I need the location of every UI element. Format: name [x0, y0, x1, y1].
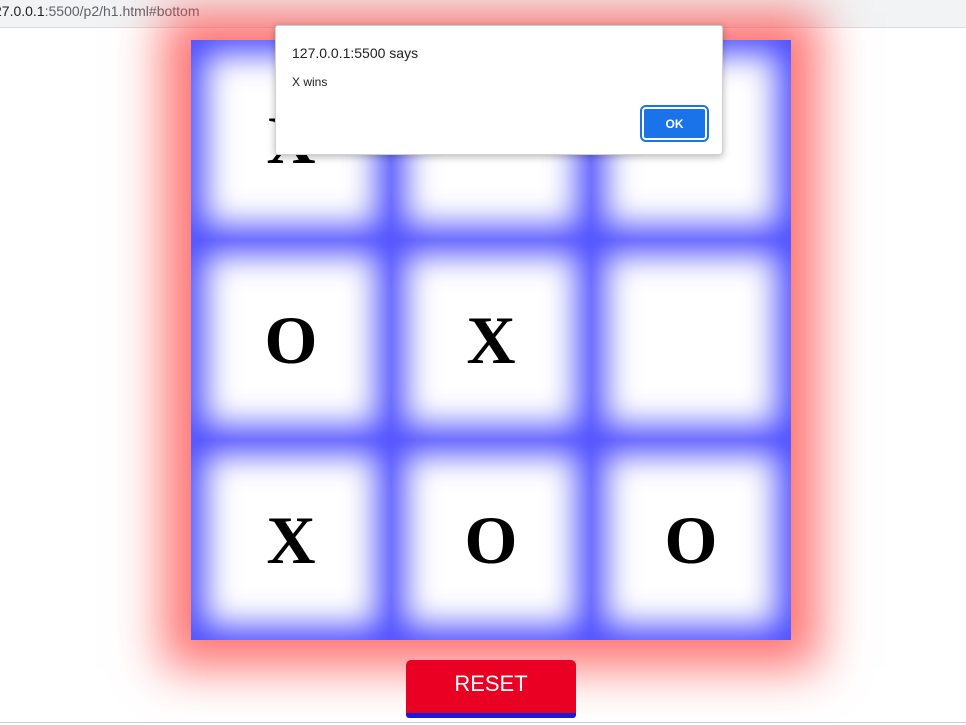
reset-button[interactable]: RESET — [406, 660, 576, 718]
page-bottom-divider — [0, 722, 966, 723]
alert-ok-button[interactable]: OK — [640, 105, 709, 142]
address-url[interactable]: 27.0.0.1:5500/p2/h1.html#bottom — [0, 3, 200, 19]
board-cell-9[interactable]: O — [591, 440, 791, 640]
address-path: :5500/p2/h1.html#bottom — [44, 3, 200, 19]
alert-title: 127.0.0.1:5500 says — [292, 45, 419, 61]
board-cell-7[interactable]: X — [191, 440, 391, 640]
alert-dialog: 127.0.0.1:5500 says X wins OK — [275, 25, 723, 155]
browser-address-bar[interactable]: 27.0.0.1:5500/p2/h1.html#bottom — [0, 0, 966, 28]
board-cell-5[interactable]: X — [391, 240, 591, 440]
address-host: 27.0.0.1 — [0, 3, 45, 19]
board-cell-6[interactable] — [591, 240, 791, 440]
board-cell-4[interactable]: O — [191, 240, 391, 440]
board-cell-8[interactable]: O — [391, 440, 591, 640]
alert-message: X wins — [292, 75, 328, 89]
